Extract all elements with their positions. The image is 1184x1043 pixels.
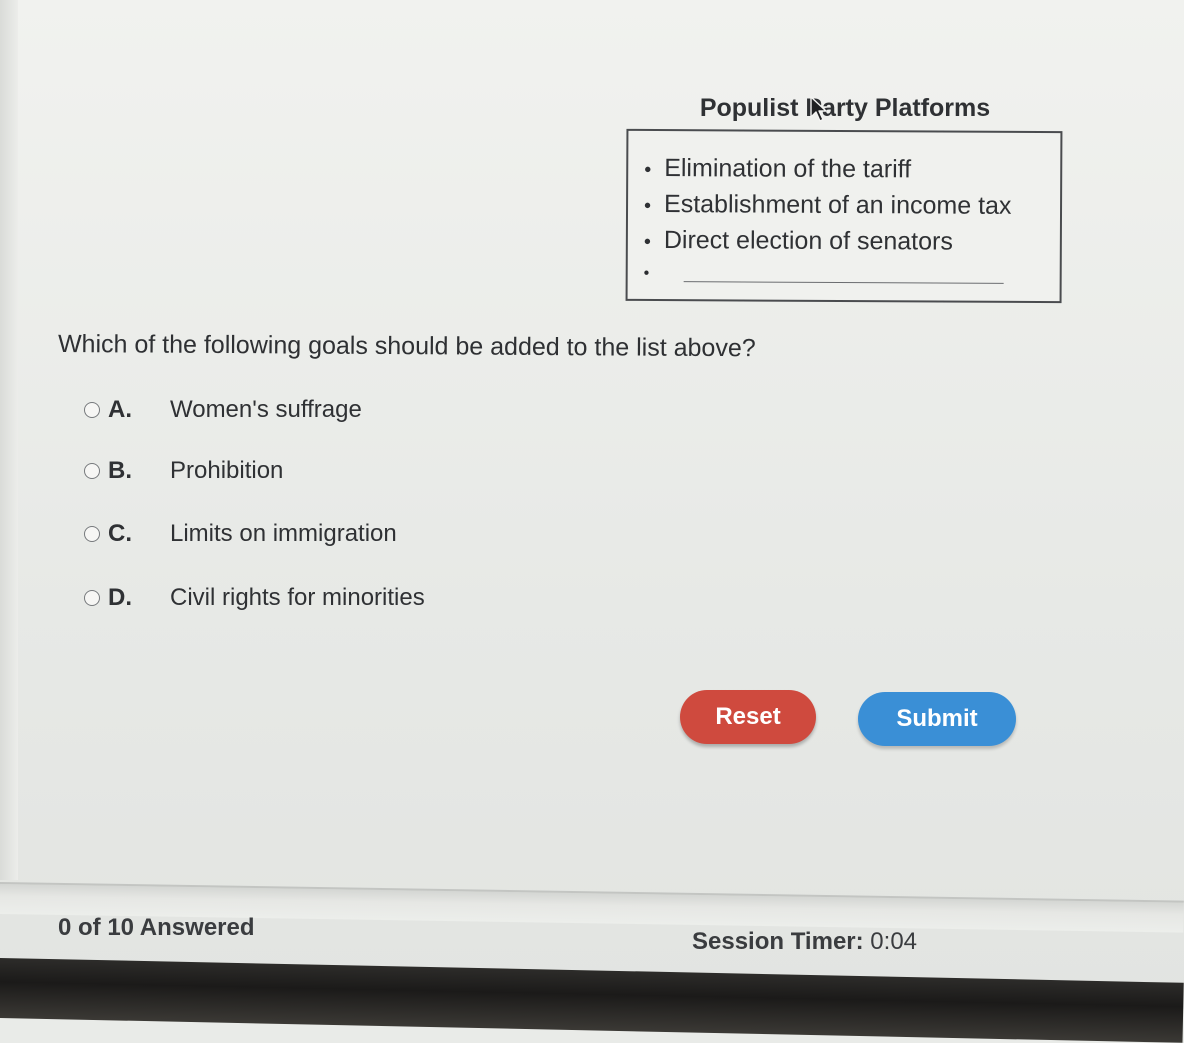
option-text: Civil rights for minorities <box>170 584 425 611</box>
monitor-bezel <box>0 958 1184 1043</box>
bullet: • <box>643 264 650 282</box>
option-a[interactable]: A. Women's suffrage <box>84 393 362 427</box>
platform-list: • Elimination of the tariff • Establishmen… <box>628 131 1061 295</box>
session-timer: Session Timer: 0:04 <box>692 928 917 956</box>
radio-button[interactable] <box>84 463 100 479</box>
platform-item: • Establishment of an income tax <box>644 187 1060 225</box>
option-text: Limits on immigration <box>170 520 397 547</box>
mouse-pointer-icon <box>810 96 827 122</box>
screen-edge <box>0 0 18 880</box>
radio-button[interactable] <box>84 590 100 606</box>
option-d[interactable]: D. Civil rights for minorities <box>84 581 425 615</box>
question-text: Which of the following goals should be a… <box>57 330 756 363</box>
platform-list-box: • Elimination of the tariff • Establishmen… <box>625 128 1063 304</box>
platform-item: • Elimination of the tariff <box>644 151 1060 189</box>
option-text: Women's suffrage <box>170 396 362 423</box>
radio-button[interactable] <box>84 526 100 542</box>
quiz-screen: Populist Party Platforms • Elimination of… <box>0 0 1184 1043</box>
bullet: • <box>643 230 651 253</box>
option-letter: A. <box>108 396 132 423</box>
timer-value: 0:04 <box>870 928 918 955</box>
platform-item-blank: • <box>644 259 1060 295</box>
blank-line <box>683 281 1004 284</box>
option-text: Prohibition <box>170 457 284 484</box>
platform-item-text: Elimination of the tariff <box>664 154 912 184</box>
option-c[interactable]: C. Limits on immigration <box>84 517 397 551</box>
radio-button[interactable] <box>84 402 100 418</box>
option-letter: B. <box>108 457 132 484</box>
platform-title: Populist Party Platforms <box>699 94 991 122</box>
bullet: • <box>643 194 652 217</box>
reset-button[interactable]: Reset <box>680 690 816 744</box>
timer-label: Session Timer: <box>692 928 864 955</box>
option-letter: D. <box>108 584 132 611</box>
option-letter: C. <box>108 520 132 547</box>
platform-item-text: Establishment of an income tax <box>663 190 1012 220</box>
platform-item-text: Direct election of senators <box>663 226 953 256</box>
answered-count: 0 of 10 Answered <box>58 914 255 941</box>
platform-item: • Direct election of senators <box>644 223 1060 261</box>
submit-button[interactable]: Submit <box>858 692 1016 746</box>
bullet: • <box>644 158 652 181</box>
option-b[interactable]: B. Prohibition <box>84 454 283 488</box>
